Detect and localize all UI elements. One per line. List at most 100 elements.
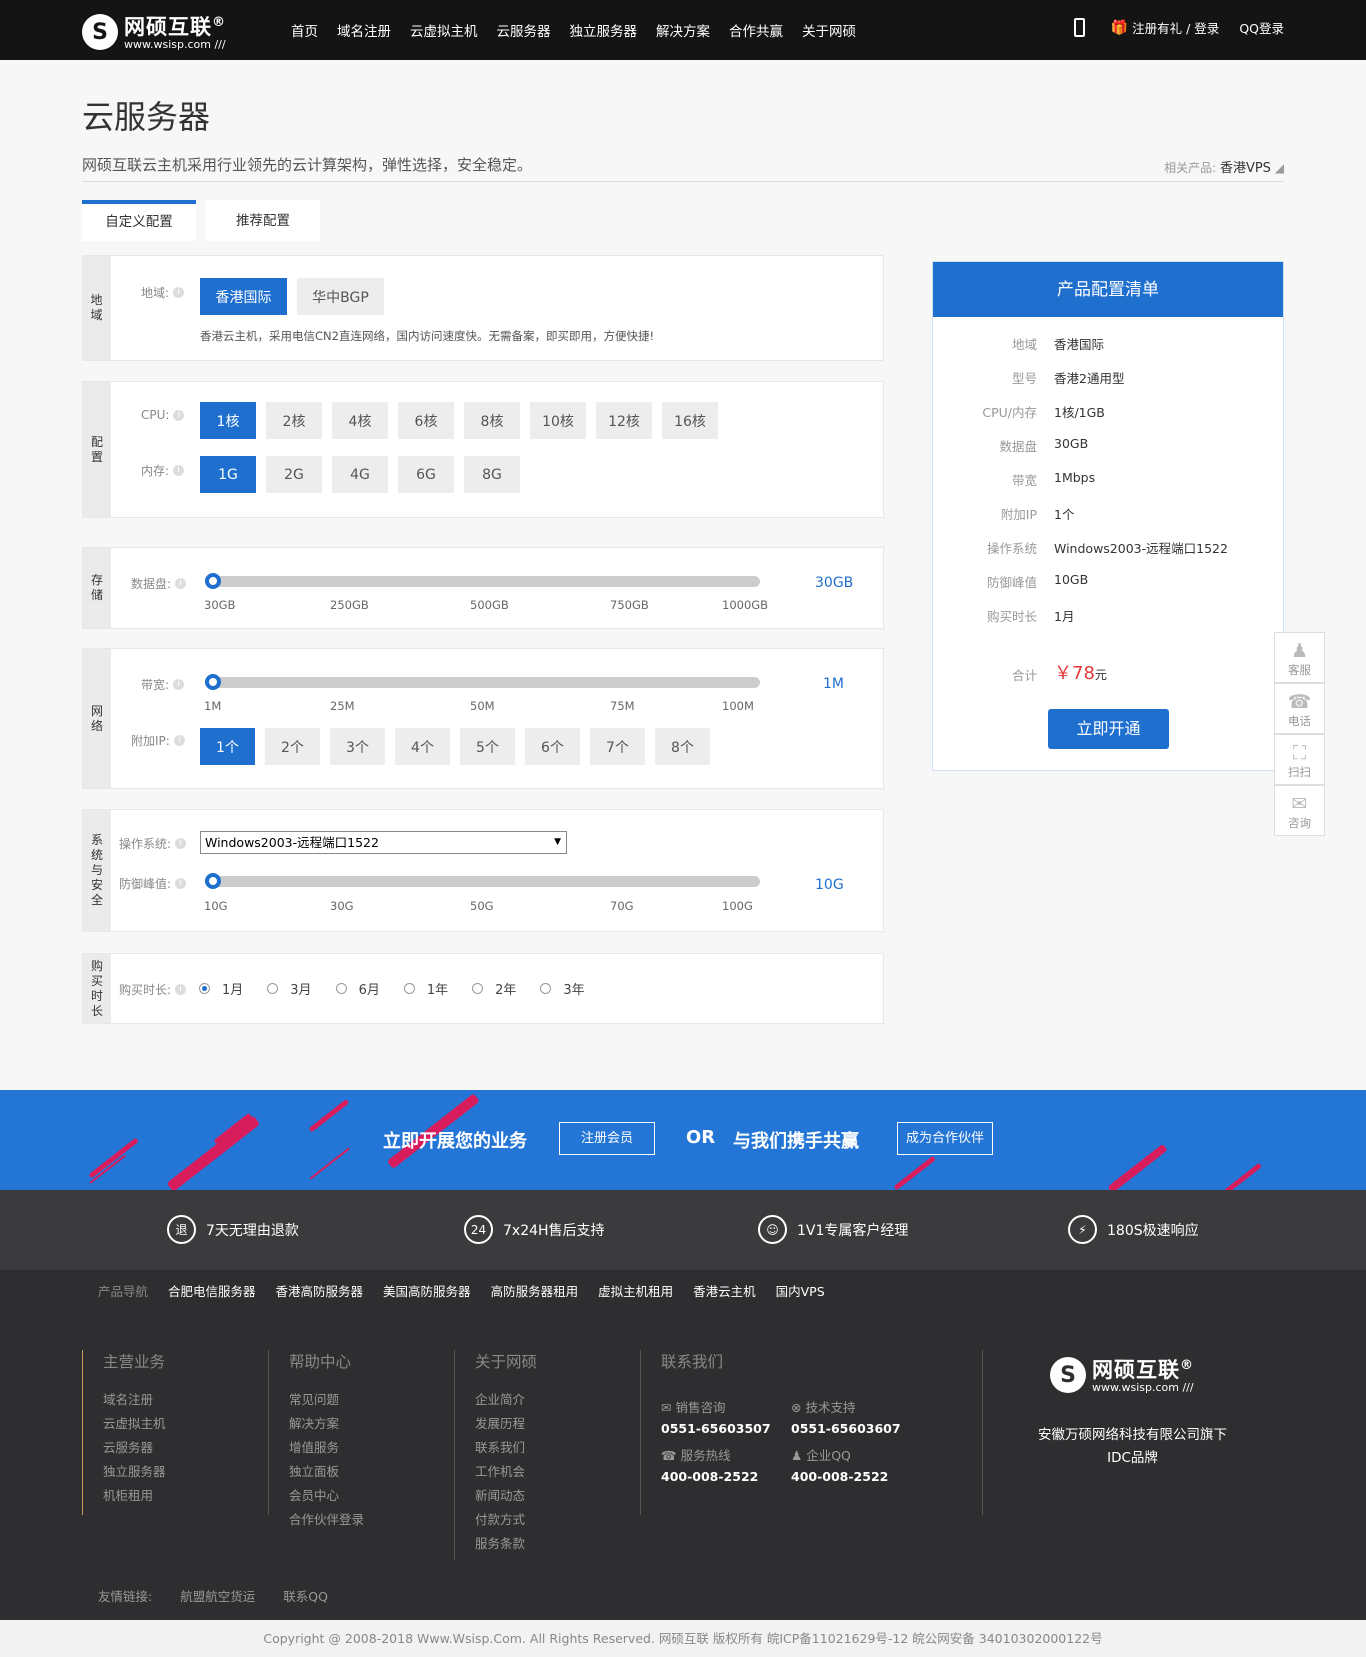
summary-key: 操作系统 <box>986 541 1037 556</box>
memory-option[interactable]: 8G <box>464 456 520 493</box>
radio-button[interactable] <box>267 983 279 994</box>
cpu-option[interactable]: 1核 <box>200 402 256 439</box>
customer-service-button[interactable]: ♟ 客服 <box>1274 632 1325 683</box>
page-title: 云服务器 <box>82 98 211 136</box>
footer-link[interactable]: 联系我们 <box>475 1436 537 1460</box>
radio-button[interactable] <box>540 983 552 994</box>
ip-option[interactable]: 5个 <box>460 728 515 765</box>
duration-option-label: 1月 <box>222 983 244 998</box>
friend-link[interactable]: 联系QQ <box>283 1586 328 1605</box>
footer-link[interactable]: 工作机会 <box>475 1460 537 1484</box>
nav-item[interactable]: 域名注册 <box>337 20 391 40</box>
duration-option[interactable]: 3年 <box>540 979 596 998</box>
footer-link[interactable]: 常见问题 <box>289 1388 364 1412</box>
ip-option[interactable]: 7个 <box>590 728 645 765</box>
memory-option[interactable]: 6G <box>398 456 454 493</box>
tab-custom-config[interactable]: 自定义配置 <box>82 200 196 241</box>
footer-link[interactable]: 发展历程 <box>475 1412 537 1436</box>
site-logo[interactable]: S 网硕互联® www.wsisp.com /// <box>82 12 226 52</box>
tab-recommended-config[interactable]: 推荐配置 <box>206 200 320 241</box>
footer-link[interactable]: 云虚拟主机 <box>103 1412 166 1436</box>
footer-link[interactable]: 域名注册 <box>103 1388 166 1412</box>
qq-login-link[interactable]: QQ登录 <box>1239 18 1284 37</box>
summary-key: 防御峰值 <box>986 575 1037 590</box>
product-nav-item[interactable]: 国内VPS <box>776 1281 825 1300</box>
radio-button[interactable] <box>199 983 210 994</box>
scan-button[interactable]: ⛶ 扫扫 <box>1274 734 1325 785</box>
footer-link[interactable]: 企业简介 <box>475 1388 537 1412</box>
radio-button[interactable] <box>472 983 484 994</box>
product-nav-item[interactable]: 合肥电信服务器 <box>168 1281 256 1300</box>
duration-option[interactable]: 6月 <box>335 979 392 998</box>
nav-item[interactable]: 独立服务器 <box>570 20 638 40</box>
footer-link[interactable]: 新闻动态 <box>475 1484 537 1508</box>
cpu-option[interactable]: 6核 <box>398 402 454 439</box>
radio-button[interactable] <box>403 983 415 994</box>
product-nav-item[interactable]: 美国高防服务器 <box>383 1281 471 1300</box>
footer-link[interactable]: 解决方案 <box>289 1412 364 1436</box>
duration-option[interactable]: 3月 <box>267 979 323 998</box>
ip-option[interactable]: 1个 <box>200 728 255 765</box>
cpu-option[interactable]: 8核 <box>464 402 520 439</box>
mobile-icon[interactable] <box>1073 18 1085 37</box>
product-nav-item[interactable]: 高防服务器租用 <box>491 1281 579 1300</box>
become-partner-button[interactable]: 成为合作伙伴 <box>897 1122 993 1155</box>
duration-options: 1月 3月 6月 1年 2年 3年 <box>199 979 609 998</box>
slider-tick: 10G <box>204 899 228 913</box>
radio-button[interactable] <box>335 983 347 994</box>
memory-option[interactable]: 2G <box>266 456 322 493</box>
os-select[interactable]: Windows2003-远程端口1522 <box>200 831 567 854</box>
register-member-button[interactable]: 注册会员 <box>559 1122 655 1155</box>
footer-link[interactable]: 合作伙伴登录 <box>289 1508 364 1532</box>
footer-link[interactable]: 独立服务器 <box>103 1460 166 1484</box>
duration-option[interactable]: 2年 <box>472 979 528 998</box>
product-nav-item[interactable]: 香港云主机 <box>693 1281 756 1300</box>
cpu-option[interactable]: 10核 <box>530 402 586 439</box>
phone-button[interactable]: ☎ 电话 <box>1274 683 1325 734</box>
footer-link[interactable]: 付款方式 <box>475 1508 537 1532</box>
footer-link[interactable]: 独立面板 <box>289 1460 364 1484</box>
friend-link[interactable]: 航盟航空货运 <box>180 1586 255 1605</box>
nav-item[interactable]: 解决方案 <box>656 20 710 40</box>
footer-link[interactable]: 增值服务 <box>289 1436 364 1460</box>
footer-link[interactable]: 会员中心 <box>289 1484 364 1508</box>
ip-option[interactable]: 6个 <box>525 728 580 765</box>
register-login-link[interactable]: 注册有礼 / 登录 <box>1132 18 1219 37</box>
ddos-slider-track[interactable] <box>205 873 760 889</box>
extra-ip-label: 附加IP: i <box>131 732 185 749</box>
product-nav-item[interactable]: 虚拟主机租用 <box>598 1281 673 1300</box>
cpu-option[interactable]: 16核 <box>662 402 718 439</box>
region-option[interactable]: 华中BGP <box>297 278 384 315</box>
nav-item[interactable]: 云服务器 <box>497 20 551 40</box>
region-option[interactable]: 香港国际 <box>200 278 287 315</box>
nav-item[interactable]: 关于网硕 <box>802 20 856 40</box>
storage-slider-track[interactable] <box>205 573 760 589</box>
memory-option[interactable]: 1G <box>200 456 256 493</box>
product-nav-item[interactable]: 香港高防服务器 <box>276 1281 364 1300</box>
cpu-option[interactable]: 4核 <box>332 402 388 439</box>
storage-slider-handle[interactable] <box>205 573 221 589</box>
bandwidth-slider-handle[interactable] <box>205 674 221 690</box>
consult-button[interactable]: ✉ 咨询 <box>1274 785 1325 836</box>
memory-option[interactable]: 4G <box>332 456 388 493</box>
nav-item[interactable]: 合作共赢 <box>729 20 783 40</box>
cpu-option[interactable]: 2核 <box>266 402 322 439</box>
footer-link[interactable]: 机柜租用 <box>103 1484 166 1508</box>
footer-link[interactable]: 服务条款 <box>475 1532 537 1556</box>
duration-option[interactable]: 1月 <box>199 979 255 998</box>
footer-col-title: 主营业务 <box>103 1353 166 1371</box>
duration-option[interactable]: 1年 <box>403 979 460 998</box>
ip-option[interactable]: 4个 <box>395 728 450 765</box>
ip-option[interactable]: 2个 <box>265 728 320 765</box>
nav-item[interactable]: 云虚拟主机 <box>410 20 478 40</box>
footer-link[interactable]: 云服务器 <box>103 1436 166 1460</box>
related-products[interactable]: 相关产品: 香港VPS ◢ <box>1164 157 1284 176</box>
cpu-option[interactable]: 12核 <box>596 402 652 439</box>
ip-option[interactable]: 3个 <box>330 728 385 765</box>
footer-col-title: 帮助中心 <box>289 1353 352 1371</box>
ddos-slider-handle[interactable] <box>205 873 221 889</box>
open-now-button[interactable]: 立即开通 <box>1048 709 1169 749</box>
nav-item[interactable]: 首页 <box>291 20 318 40</box>
ip-option[interactable]: 8个 <box>655 728 710 765</box>
bandwidth-slider-track[interactable] <box>205 674 760 690</box>
